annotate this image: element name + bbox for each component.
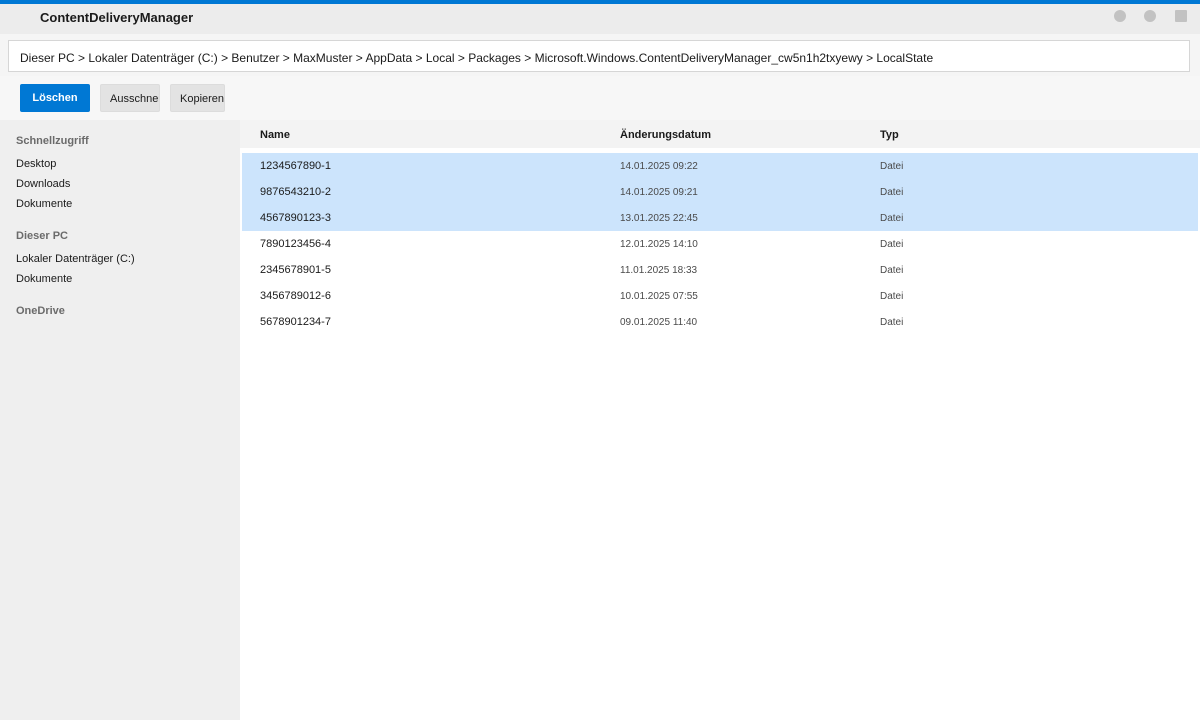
file-name: 9876543210-2 [260, 186, 331, 198]
file-type: Datei [880, 239, 904, 250]
file-type: Datei [880, 265, 904, 276]
file-date: 12.01.2025 14:10 [620, 239, 698, 250]
file-name: 3456789012-6 [260, 290, 331, 302]
file-type: Datei [880, 161, 904, 172]
file-date: 11.01.2025 18:33 [620, 265, 698, 276]
navigation-pane: Schnellzugriff Desktop Downloads Dokumen… [0, 120, 240, 720]
file-list: 1234567890-1 14.01.2025 09:22 Datei 9876… [242, 153, 1198, 335]
file-type: Datei [880, 213, 904, 224]
file-date: 13.01.2025 22:45 [620, 213, 698, 224]
table-row[interactable]: 9876543210-2 14.01.2025 09:21 Datei [242, 179, 1198, 205]
cut-button[interactable]: Ausschneiden [100, 84, 160, 112]
column-header-name[interactable]: Name [260, 129, 290, 141]
sidebar-item-local-disk[interactable]: Lokaler Datenträger (C:) [16, 253, 135, 265]
file-date: 10.01.2025 07:55 [620, 291, 698, 302]
sidebar-item-desktop[interactable]: Desktop [16, 158, 56, 170]
table-row[interactable]: 4567890123-3 13.01.2025 22:45 Datei [242, 205, 1198, 231]
table-row[interactable]: 7890123456-4 12.01.2025 14:10 Datei [242, 231, 1198, 257]
delete-button[interactable]: Löschen [20, 84, 90, 112]
breadcrumb[interactable]: Dieser PC > Lokaler Datenträger (C:) > B… [20, 51, 933, 65]
file-name: 4567890123-3 [260, 212, 331, 224]
maximize-icon[interactable] [1144, 10, 1156, 22]
toolbar: Löschen Ausschneiden Kopieren [0, 76, 1200, 120]
file-date: 09.01.2025 11:40 [620, 317, 698, 328]
close-icon[interactable] [1175, 10, 1187, 22]
file-date: 14.01.2025 09:22 [620, 161, 698, 172]
file-type: Datei [880, 187, 904, 198]
minimize-icon[interactable] [1114, 10, 1126, 22]
sidebar-header-this-pc[interactable]: Dieser PC [16, 230, 68, 242]
sidebar-item-documents[interactable]: Dokumente [16, 198, 72, 210]
copy-button[interactable]: Kopieren [170, 84, 225, 112]
sidebar-item-pc-documents[interactable]: Dokumente [16, 273, 72, 285]
column-header-date[interactable]: Änderungsdatum [620, 129, 711, 141]
file-name: 1234567890-1 [260, 160, 331, 172]
sidebar-item-downloads[interactable]: Downloads [16, 178, 70, 190]
sidebar-header-quick-access[interactable]: Schnellzugriff [16, 135, 89, 147]
table-row[interactable]: 1234567890-1 14.01.2025 09:22 Datei [242, 153, 1198, 179]
file-name: 2345678901-5 [260, 264, 331, 276]
file-name: 7890123456-4 [260, 238, 331, 250]
column-header-type[interactable]: Typ [880, 129, 899, 141]
table-row[interactable]: 5678901234-7 09.01.2025 11:40 Datei [242, 309, 1198, 335]
table-row[interactable]: 2345678901-5 11.01.2025 18:33 Datei [242, 257, 1198, 283]
column-header-row: Name Änderungsdatum Typ [240, 120, 1200, 148]
file-name: 5678901234-7 [260, 316, 331, 328]
title-bar: ContentDeliveryManager [0, 4, 1200, 34]
address-bar[interactable]: Dieser PC > Lokaler Datenträger (C:) > B… [8, 40, 1190, 72]
file-explorer-window: ContentDeliveryManager Dieser PC > Lokal… [0, 0, 1200, 720]
file-date: 14.01.2025 09:21 [620, 187, 698, 198]
file-type: Datei [880, 317, 904, 328]
file-list-pane: Name Änderungsdatum Typ 1234567890-1 14.… [240, 120, 1200, 720]
sidebar-header-onedrive[interactable]: OneDrive [16, 305, 65, 317]
table-row[interactable]: 3456789012-6 10.01.2025 07:55 Datei [242, 283, 1198, 309]
file-type: Datei [880, 291, 904, 302]
window-title: ContentDeliveryManager [40, 10, 194, 25]
